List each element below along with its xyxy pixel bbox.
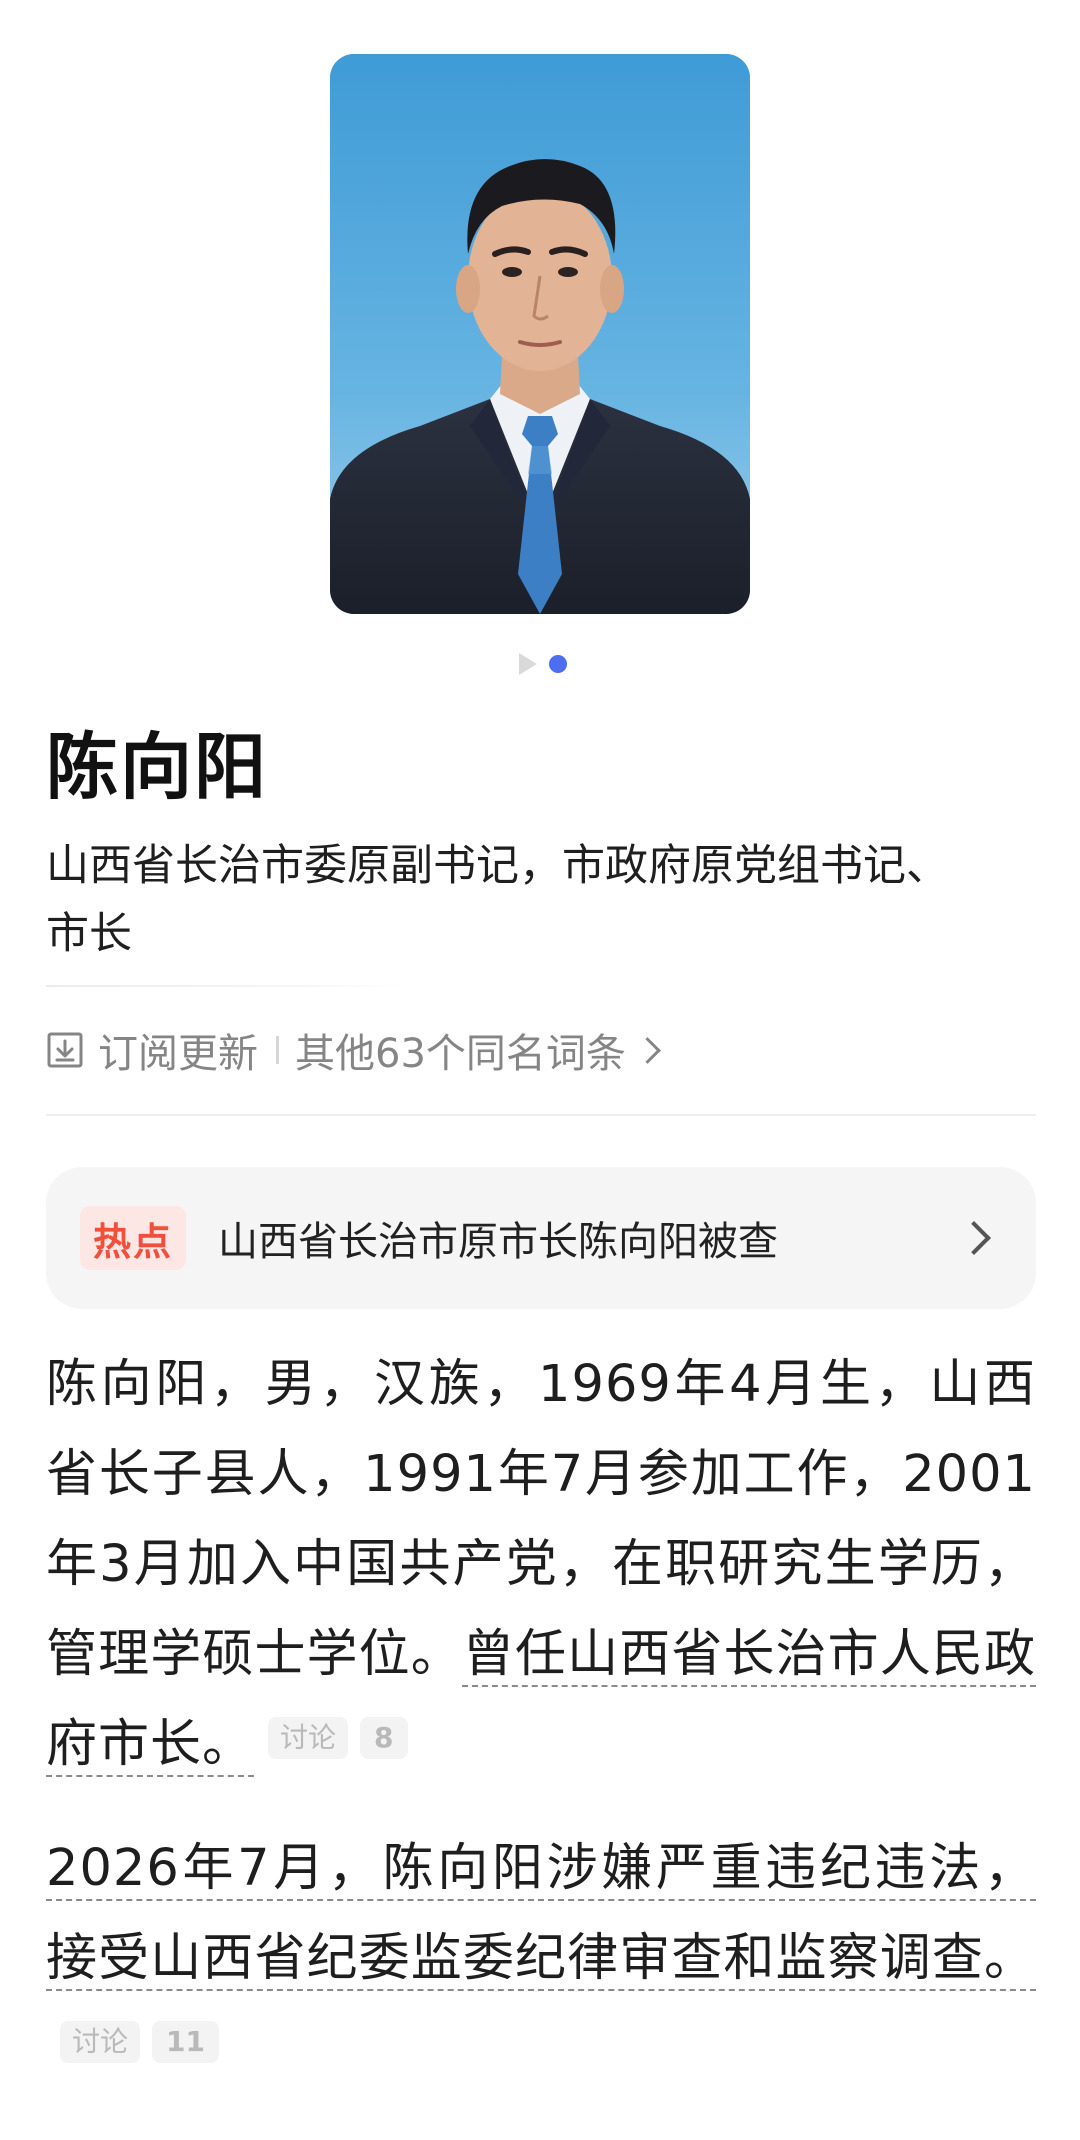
investigation-paragraph: 2026年7月，陈向阳涉嫌严重违纪违法，接受山西省纪委监委纪律审查和监察调查。讨… — [46, 1824, 1036, 2094]
entry-subtitle: 山西省长治市委原副书记，市政府原党组书记、市长 — [46, 841, 949, 959]
subscribe-icon[interactable] — [46, 1031, 84, 1069]
other-entries-link[interactable]: 其他63个同名词条 — [295, 1021, 626, 1079]
discussion-count[interactable]: 11 — [152, 2021, 219, 2063]
discussion-tag[interactable]: 讨论 — [60, 2021, 141, 2063]
intro-paragraph: 陈向阳，男，汉族，1969年4月生，山西省长子县人，1991年7月参加工作，20… — [46, 1340, 1036, 1790]
hot-headline[interactable]: 山西省长治市原市长陈向阳被查 — [218, 1209, 962, 1267]
discussion-tag[interactable]: 讨论 — [268, 1717, 349, 1759]
entry-title: 陈向阳 — [46, 725, 269, 809]
divider — [46, 985, 406, 987]
carousel-indicator — [0, 652, 1080, 676]
chevron-right-icon[interactable] — [633, 1036, 661, 1064]
chevron-right-icon[interactable] — [957, 1221, 991, 1255]
portrait-photo[interactable] — [330, 54, 750, 614]
carousel-dot-active[interactable] — [549, 655, 567, 673]
discussion-count[interactable]: 8 — [360, 1717, 408, 1759]
divider — [46, 1114, 1036, 1116]
hot-news-card[interactable]: 热点 山西省长治市原市长陈向阳被查 — [46, 1167, 1036, 1309]
investigation-link[interactable]: 2026年7月，陈向阳涉嫌严重违纪违法，接受山西省纪委监委纪律审查和监察调查。 — [46, 1839, 1036, 1988]
portrait-illustration — [330, 54, 750, 614]
subscribe-button[interactable]: 订阅更新 — [98, 1021, 258, 1079]
meta-divider — [276, 1036, 279, 1064]
meta-row: 订阅更新 其他63个同名词条 — [46, 1018, 661, 1082]
play-icon[interactable] — [519, 653, 537, 675]
hot-badge: 热点 — [80, 1206, 186, 1270]
